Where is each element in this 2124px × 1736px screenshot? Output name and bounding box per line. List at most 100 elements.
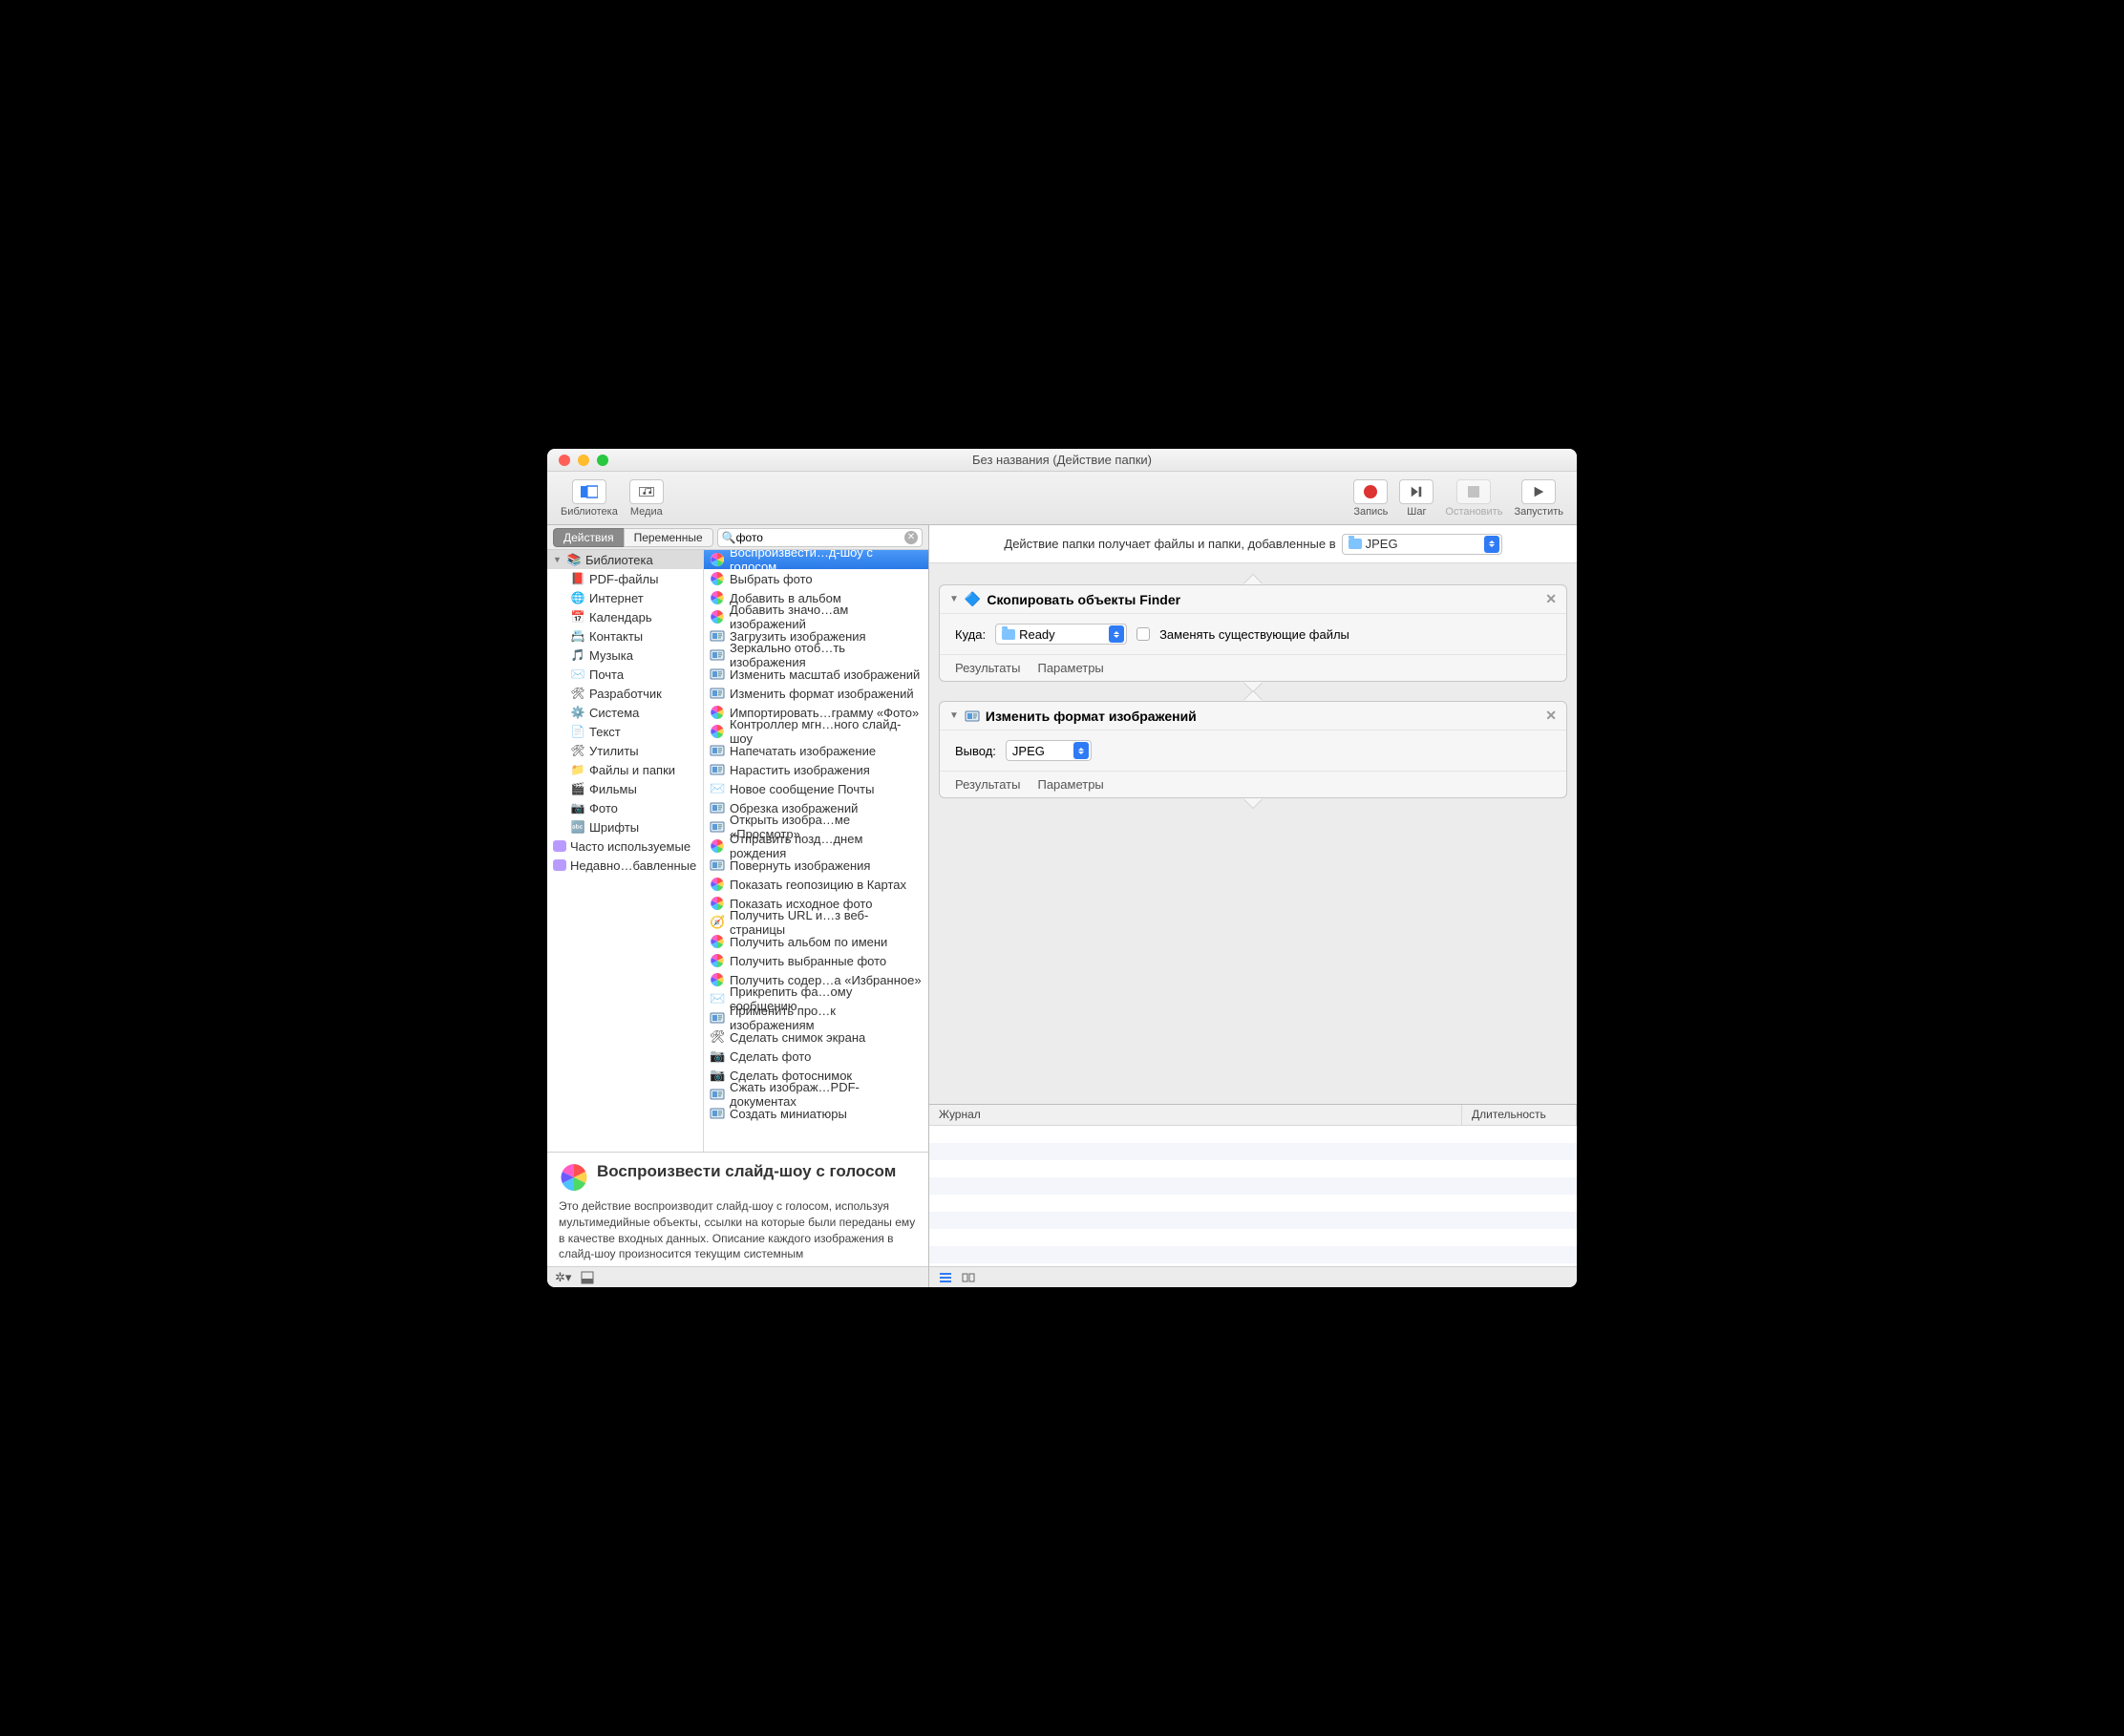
category-item[interactable]: 🌐Интернет — [547, 588, 703, 607]
zoom-window-button[interactable] — [597, 455, 608, 466]
replace-label: Заменять существующие файлы — [1159, 627, 1349, 642]
library-root[interactable]: ▼📚Библиотека — [547, 550, 703, 569]
action-label: Новое сообщение Почты — [730, 782, 874, 796]
action-icon — [710, 762, 725, 777]
library-toggle-button[interactable] — [572, 479, 606, 504]
params-tab[interactable]: Параметры — [1037, 777, 1103, 792]
record-button[interactable] — [1353, 479, 1388, 504]
action-label: Сделать фото — [730, 1049, 811, 1064]
category-item[interactable]: 📄Текст — [547, 722, 703, 741]
workflow-pane: Действие папки получает файлы и папки, д… — [929, 525, 1577, 1287]
replace-checkbox[interactable] — [1136, 627, 1150, 641]
smart-folder-recent[interactable]: Недавно…бавленные — [547, 856, 703, 875]
category-item[interactable]: 📇Контакты — [547, 626, 703, 646]
stop-button — [1456, 479, 1491, 504]
action-item[interactable]: Зеркально отоб…ть изображения — [704, 646, 928, 665]
action-item[interactable]: Показать геопозицию в Картах — [704, 875, 928, 894]
log-panel: Журнал Длительность — [929, 1104, 1577, 1266]
toolbar: Библиотека Медиа Запись Шаг Остановить З… — [547, 472, 1577, 525]
action-item[interactable]: Получить выбранные фото — [704, 951, 928, 970]
remove-action-button[interactable]: ✕ — [1545, 708, 1557, 724]
action-copy-finder-items: ▼ 🔷 Скопировать объекты Finder ✕ Куда: R… — [939, 584, 1567, 682]
category-item[interactable]: 📷Фото — [547, 798, 703, 817]
search-input[interactable] — [736, 531, 904, 544]
category-item[interactable]: 📕PDF-файлы — [547, 569, 703, 588]
category-item[interactable]: ⚙️Система — [547, 703, 703, 722]
action-icon — [710, 819, 725, 835]
category-item[interactable]: 📅Календарь — [547, 607, 703, 626]
disclosure-icon[interactable]: ▼ — [949, 594, 959, 604]
where-select[interactable]: Ready — [995, 624, 1127, 645]
category-item[interactable]: 🛠Разработчик — [547, 684, 703, 703]
step-icon — [1408, 485, 1425, 498]
action-item[interactable]: Нарастить изображения — [704, 760, 928, 779]
action-label: Нарастить изображения — [730, 763, 870, 777]
action-icon — [710, 972, 725, 987]
action-label: Изменить формат изображений — [730, 687, 914, 701]
category-item[interactable]: ✉️Почта — [547, 665, 703, 684]
category-item[interactable]: 🎬Фильмы — [547, 779, 703, 798]
variables-tab[interactable]: Переменные — [624, 528, 713, 547]
input-folder-select[interactable]: JPEG — [1342, 534, 1502, 555]
results-tab[interactable]: Результаты — [955, 661, 1020, 675]
smart-folder-frequent[interactable]: Часто используемые — [547, 836, 703, 856]
action-item[interactable]: Изменить формат изображений — [704, 684, 928, 703]
action-label: Отправить позд…днем рождения — [730, 832, 923, 860]
params-tab[interactable]: Параметры — [1037, 661, 1103, 675]
log-col-journal[interactable]: Журнал — [929, 1105, 1462, 1125]
step-label: Шаг — [1407, 506, 1426, 518]
finder-icon: 🔷 — [965, 591, 981, 607]
action-list[interactable]: Воспроизвести…д-шоу с голосомВыбрать фот… — [704, 550, 928, 1152]
description-icon — [559, 1162, 589, 1193]
clear-search-button[interactable]: ✕ — [904, 531, 918, 544]
category-list[interactable]: ▼📚Библиотека 📕PDF-файлы🌐Интернет📅Календа… — [547, 550, 704, 1152]
action-item[interactable]: Изменить масштаб изображений — [704, 665, 928, 684]
action-item[interactable]: Отправить позд…днем рождения — [704, 836, 928, 856]
action-icon — [710, 800, 725, 815]
folder-action-input: Действие папки получает файлы и папки, д… — [929, 525, 1577, 563]
minimize-window-button[interactable] — [578, 455, 589, 466]
action-label: Повернуть изображения — [730, 858, 870, 873]
actions-tab[interactable]: Действия — [553, 528, 624, 547]
log-col-duration[interactable]: Длительность — [1462, 1105, 1577, 1125]
action-item[interactable]: Добавить значо…ам изображений — [704, 607, 928, 626]
remove-action-button[interactable]: ✕ — [1545, 591, 1557, 607]
action-item[interactable]: Сжать изображ…PDF-документах — [704, 1085, 928, 1104]
step-button[interactable] — [1399, 479, 1434, 504]
media-button[interactable] — [629, 479, 664, 504]
search-field[interactable]: 🔍 ✕ — [717, 528, 923, 547]
input-label: Действие папки получает файлы и папки, д… — [1004, 537, 1335, 551]
toggle-desc-button[interactable] — [581, 1271, 594, 1284]
action-item[interactable]: 🧭Получить URL и…з веб-страницы — [704, 913, 928, 932]
action-label: Контроллер мгн…ного слайд-шоу — [730, 717, 923, 746]
action-item[interactable]: ✉️Новое сообщение Почты — [704, 779, 928, 798]
left-footer: ✲▾ — [547, 1266, 928, 1287]
log-view-button[interactable] — [939, 1271, 952, 1284]
run-button[interactable] — [1521, 479, 1556, 504]
category-item[interactable]: 🛠Утилиты — [547, 741, 703, 760]
output-format-select[interactable]: JPEG — [1006, 740, 1092, 761]
close-window-button[interactable] — [559, 455, 570, 466]
action-icon — [710, 743, 725, 758]
results-tab[interactable]: Результаты — [955, 777, 1020, 792]
search-icon: 🔍 — [722, 531, 736, 544]
category-item[interactable]: 🔤Шрифты — [547, 817, 703, 836]
action-icon — [710, 686, 725, 701]
category-item[interactable]: 📁Файлы и папки — [547, 760, 703, 779]
disclosure-icon[interactable]: ▼ — [949, 710, 959, 721]
action-icon — [710, 667, 725, 682]
action-item[interactable]: Воспроизвести…д-шоу с голосом — [704, 550, 928, 569]
action-label: Создать миниатюры — [730, 1107, 847, 1121]
stop-icon — [1468, 486, 1479, 498]
action-icon: 📷 — [710, 1068, 725, 1083]
action-label: Показать геопозицию в Картах — [730, 878, 906, 892]
action-label: Получить выбранные фото — [730, 954, 886, 968]
workflow-canvas[interactable]: ▼ 🔷 Скопировать объекты Finder ✕ Куда: R… — [929, 563, 1577, 1104]
action-item[interactable]: Применить про…к изображениям — [704, 1008, 928, 1027]
category-item[interactable]: 🎵Музыка — [547, 646, 703, 665]
media-label: Медиа — [630, 506, 663, 518]
action-item[interactable]: Контроллер мгн…ного слайд-шоу — [704, 722, 928, 741]
gear-menu-button[interactable]: ✲▾ — [555, 1270, 571, 1285]
action-item[interactable]: 📷Сделать фото — [704, 1047, 928, 1066]
split-view-button[interactable] — [962, 1271, 975, 1284]
